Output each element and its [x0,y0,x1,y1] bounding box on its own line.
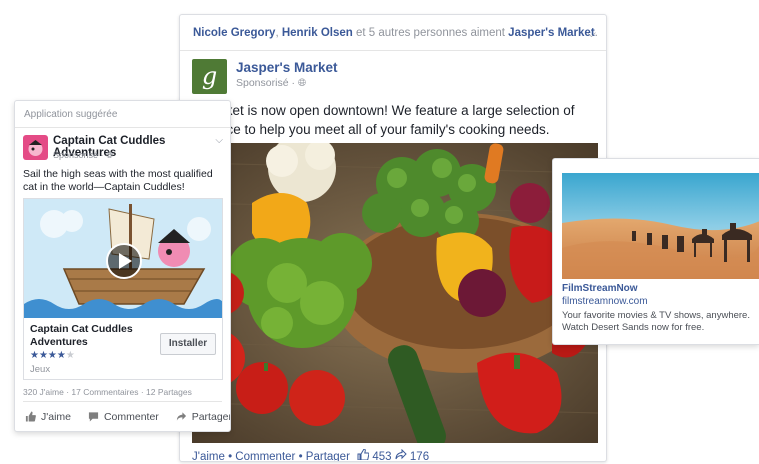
app-description: Sail the high seas with the most qualifi… [23,168,213,193]
app-category: Jeux [30,364,51,375]
globe-icon: 🌐︎ [106,150,114,160]
likes-count[interactable]: 453 [372,451,391,461]
globe-icon: 🌐︎ [297,77,307,89]
share-link[interactable]: Partager [306,451,350,461]
install-button[interactable]: Installer [160,333,216,355]
app-sponsored-label: Sponsorisé · 🌐︎ [53,150,114,160]
comment-button[interactable]: Commenter [88,411,159,423]
app-engagement-stats[interactable]: 320 J'aime · 17 Commentaires · 12 Partag… [23,387,192,397]
vegetables-image [192,143,598,443]
app-rating-stars: ★★★★★ [30,350,75,361]
share-icon [176,412,186,421]
page-name-link[interactable]: Jasper's Market [236,60,338,75]
likes-text: et 5 autres personnes aiment [356,27,505,39]
like-button[interactable]: J'aime [25,411,71,423]
post-actions-bar: J'aime • Commenter • Partager 453 176 [192,448,430,462]
app-icon[interactable] [23,135,48,160]
friend-link-1[interactable]: Nicole Gregory [193,27,275,39]
side-ad-title[interactable]: FilmStreamNow [562,283,638,294]
thumbs-up-icon [357,448,372,461]
logo-letter: g [201,62,218,90]
divider [23,401,222,402]
friend-link-2[interactable]: Henrik Olsen [282,27,353,39]
social-context-bar: Nicole Gregory, Henrik Olsen et 5 autres… [180,15,606,51]
side-ad-image[interactable] [562,173,759,279]
suggested-app-card: Application suggérée Captain Cat Cuddles… [14,100,231,432]
sponsored-label: Sponsorisé · 🌐︎ [236,77,307,89]
side-ad-card[interactable]: FilmStreamNow filmstreamnow.com Your fav… [552,158,759,345]
desert-caravan-image [562,173,759,279]
suggested-app-header: Application suggérée [15,101,230,128]
side-ad-url[interactable]: filmstreamnow.com [562,296,648,307]
chevron-down-icon[interactable]: ⌵ [587,15,596,51]
app-video-thumbnail[interactable] [23,198,223,318]
app-actions-bar: J'aime Commenter Partager [25,411,230,423]
post-photo[interactable] [192,143,598,443]
thumbs-up-icon [25,411,36,422]
name-separator: , [275,27,279,39]
share-button[interactable]: Partager [176,411,230,423]
app-info-box: Captain Cat Cuddles Adventures ★★★★★ Jeu… [23,318,223,380]
page-logo[interactable]: g [192,59,227,94]
comment-icon [88,412,99,422]
shares-count[interactable]: 176 [410,451,429,461]
sponsored-post-card: Nicole Gregory, Henrik Olsen et 5 autres… [179,14,607,462]
post-text: s Market is now open downtown! We featur… [192,103,575,137]
play-icon[interactable] [117,252,133,270]
side-ad-description: Your favorite movies & TV shows, anywher… [562,310,750,333]
share-arrow-icon [395,448,410,461]
app-title[interactable]: Captain Cat Cuddles Adventures [30,323,158,349]
comment-link[interactable]: Commenter [235,451,295,461]
chevron-down-icon[interactable]: ⌵ [215,135,223,146]
liked-page-link[interactable]: Jasper's Market [508,27,594,39]
like-link[interactable]: J'aime [192,451,225,461]
